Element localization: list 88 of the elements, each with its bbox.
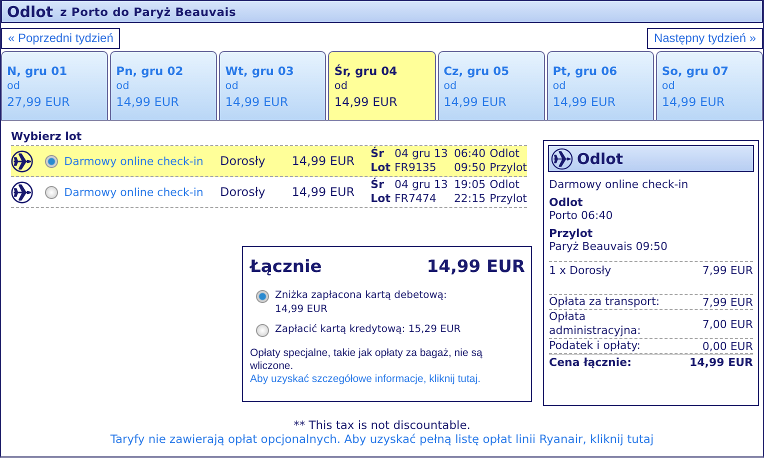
plane-icon [11,150,34,172]
payment-option[interactable]: Zniżka zapłacona kartą debetową: 14,99 EUR [275,289,465,317]
day-label: Wt, gru 03 [225,64,295,78]
fee-label: Opłata administracyjna: [549,310,642,338]
flight-price: 14,99 EUR [290,154,355,168]
day-label: N, gru 01 [7,64,68,78]
day-price: 14,99 EUR [116,95,180,109]
payment-radio[interactable] [256,290,269,303]
day-abbrev: Śr [370,178,385,192]
day-label: So, gru 07 [662,64,730,78]
departure-heading: Odlot [549,196,584,209]
flight-date: 04 gru 13 [394,178,448,192]
departure-label: Odlot [490,147,520,161]
departure-label: Odlot [490,178,520,192]
payment-option[interactable]: Zapłacić kartą kredytową: 15,29 EUR [275,323,465,337]
from-label: od [7,80,22,92]
section-title: Wybierz lot [11,130,83,143]
previous-week-button[interactable]: « Poprzedni tydzień [1,28,120,49]
arrival-heading: Przylot [549,227,594,240]
day-price: 14,99 EUR [662,95,726,109]
day-price: 14,99 EUR [552,95,617,109]
total-price-value: 14,99 EUR [689,356,753,368]
arrival-time: 09:50 [454,161,486,175]
fee-value: 7,99 EUR [702,264,753,277]
flight-number: FR7474 [394,192,438,206]
day-tab[interactable]: So, gru 07 od 14,99 EUR [656,51,763,120]
arrival-time: 22:15 [454,192,486,206]
day-tab[interactable]: Pt, gru 06 od 14,99 EUR [546,51,654,120]
flight-label: Lot [370,192,390,206]
day-label: Pn, gru 02 [116,64,184,78]
day-tab[interactable]: Cz, gru 05 od 14,99 EUR [438,51,545,120]
from-label: od [334,80,349,92]
fees-note: Opłaty specjalne, takie jak opłaty za bagaż, nie są wliczone. Aby uzyskać szczegółowe informacje, kliknij tutaj. [250,347,484,386]
day-label: Cz, gru 05 [444,64,510,78]
route-text: z Porto do Paryż Beauvais [60,4,236,18]
arrival-label: Przylot [490,192,527,206]
plane-icon [11,180,34,204]
fee-value: 0,00 EUR [702,340,753,352]
arrival-info: Paryż Beauvais 09:50 [549,240,668,253]
day-tab[interactable]: Pn, gru 02 od 14,99 EUR [110,51,218,120]
day-price: 14,99 EUR [444,95,508,109]
plane-icon [551,148,573,170]
total-amount: 14,99 EUR [426,257,525,277]
flight-date: 04 gru 13 [394,147,448,161]
from-label: od [552,80,567,92]
passenger-type: Dorosły [220,154,266,168]
day-price: 27,99 EUR [7,95,71,109]
passenger-type: Dorosły [220,185,266,199]
departure-info: Porto 06:40 [549,209,614,222]
total-label: Łącznie [250,257,322,277]
day-price: 14,99 EUR [225,95,290,109]
from-label: od [444,80,458,92]
page-title: Odlot [7,2,54,20]
payment-radio[interactable] [256,324,269,337]
flight-price: 14,99 EUR [290,185,355,199]
day-tab[interactable]: Wt, gru 03 od 14,99 EUR [219,51,326,120]
day-label: Śr, gru 04 [334,64,398,78]
total-price-label: Cena łącznie: [549,356,632,368]
from-label: od [662,80,676,92]
checkin-link[interactable]: Darmowy online check-in [64,154,218,168]
day-tab[interactable]: N, gru 01 od 27,99 EUR [1,51,108,120]
fee-label: Opłata za transport: [549,295,661,309]
flight-row[interactable]: Darmowy online check-in Dorosły 14,99 EUR Śr 04 gru 13 06:40 Odlot Lot FR9135 09:50 Przylot [11,146,527,177]
day-abbrev: Śr [370,147,385,161]
arrival-label: Przylot [490,161,527,175]
flight-label: Lot [370,161,390,175]
tax-note: ** This tax is not discountable. [294,418,470,432]
departure-time: 06:40 [454,147,486,161]
flight-number: FR9135 [394,161,438,175]
day-tab[interactable]: Śr, gru 04 od 14,99 EUR [328,51,436,120]
from-label: od [116,80,130,92]
checkin-link[interactable]: Darmowy online check-in [64,186,218,198]
fee-value: 7,00 EUR [702,318,753,330]
fee-label: 1 x Dorosły [549,264,612,278]
day-price: 14,99 EUR [334,95,398,109]
checkin-text: Darmowy online check-in [549,178,690,191]
flight-radio[interactable] [45,154,58,168]
day-label: Pt, gru 06 [552,64,618,78]
fees-link[interactable]: Taryfy nie zawierają opłat opcjonalnych. Aby uzyskać pełną listę opłat linii Ryanair, kliknij tutaj [110,432,654,446]
flight-row[interactable]: Darmowy online check-in Dorosły 14,99 EUR Śr 04 gru 13 19:05 Odlot Lot FR7474 22:15 Przylot [11,177,527,208]
next-week-button[interactable]: Następny tydzień » [646,28,763,49]
from-label: od [225,80,240,92]
summary-title: Odlot [577,150,624,168]
details-link[interactable]: Aby uzyskać szczegółowe informacje, kliknij tutaj. [250,373,481,385]
fee-label: Podatek i opłaty: [549,339,642,353]
departure-time: 19:05 [454,178,486,192]
fee-value: 7,99 EUR [702,296,753,308]
flight-radio[interactable] [45,186,58,198]
